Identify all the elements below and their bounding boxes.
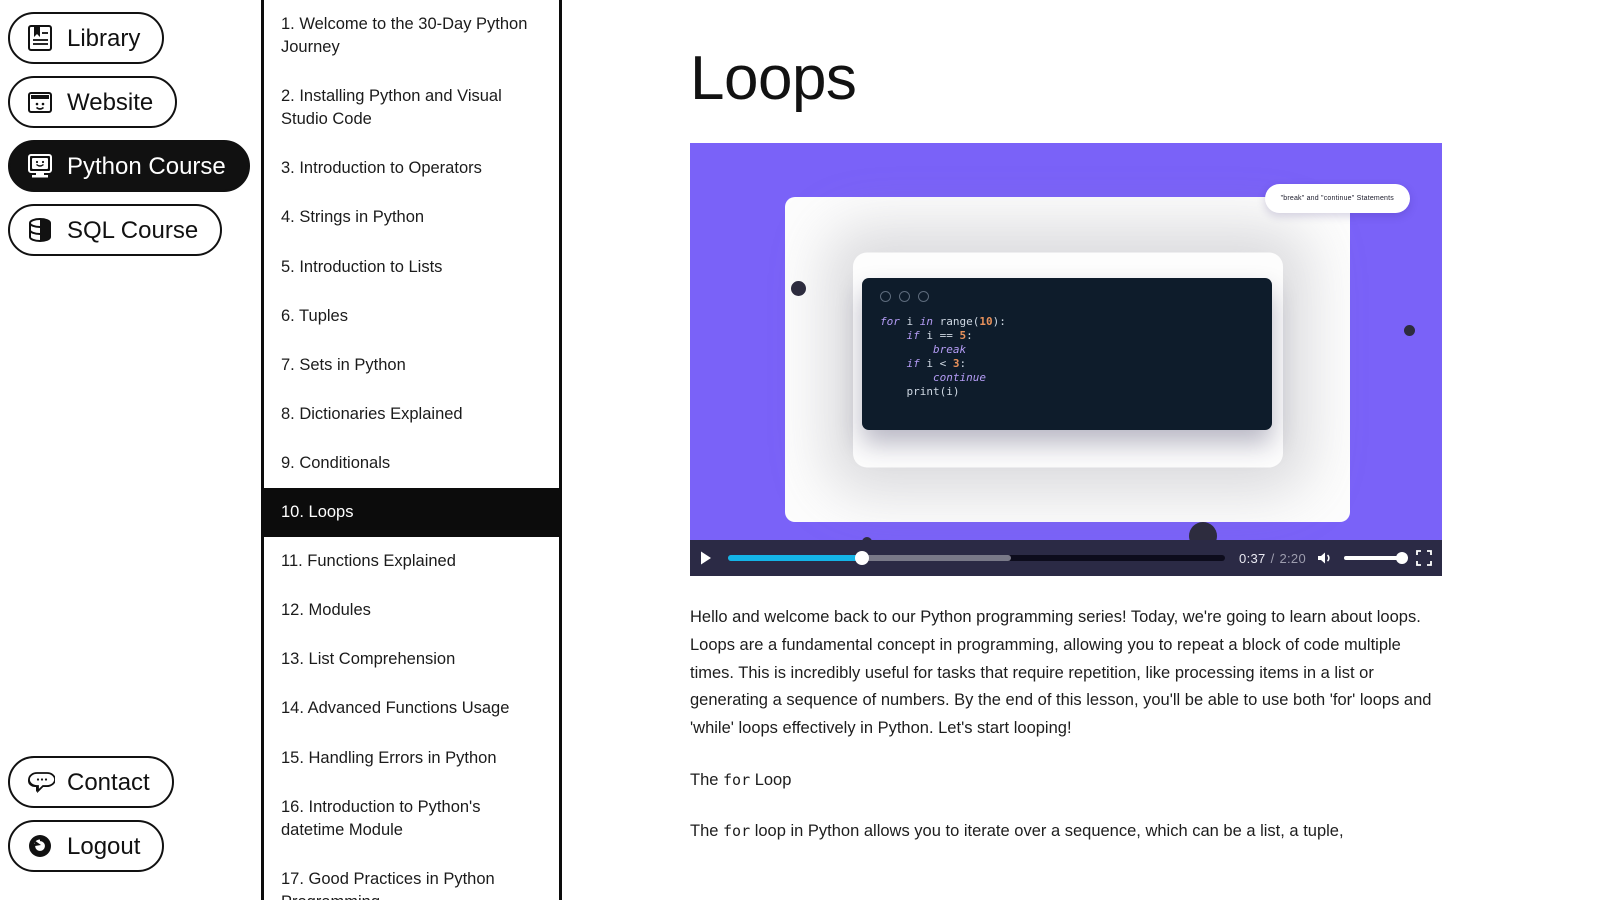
list-item[interactable]: 16. Introduction to Python's datetime Mo… [264,783,559,855]
lesson-content: Loops "break" and "continue" Statements … [562,0,1600,900]
chat-bubble-icon [25,767,56,797]
sidebar-item-label: Python Course [67,153,226,180]
section-heading: The for Loop [690,767,1442,795]
duration: 2:20 [1279,550,1306,566]
video-code-window: for i in range(10): if i == 5: break if … [862,278,1272,431]
database-icon [25,215,55,245]
list-item[interactable]: 2. Installing Python and Visual Studio C… [264,72,559,144]
window-traffic-lights [880,291,1256,303]
progress-knob[interactable] [855,551,870,566]
primary-sidebar: Library Website Python Course SQL Course… [0,0,261,900]
page-title: Loops [690,44,857,113]
time-separator: / [1270,550,1275,566]
decorative-dot [791,281,806,297]
paragraph-prefix: The [690,822,724,841]
intro-paragraph: Hello and welcome back to our Python pro… [690,608,1432,737]
list-item[interactable]: 12. Modules [264,586,559,635]
window-dot-minimize-icon [899,291,910,303]
list-item[interactable]: 4. Strings in Python [264,193,559,242]
sidebar-item-label: Library [67,25,141,52]
progress-filled [728,555,863,562]
window-dot-maximize-icon [918,291,929,303]
heading-prefix: The [690,770,724,789]
list-item[interactable]: 1. Welcome to the 30-Day Python Journey [264,0,559,72]
list-item[interactable]: 17. Good Practices in Python Programming [264,855,559,900]
list-item[interactable]: 3. Introduction to Operators [264,144,559,193]
app-root: Library Website Python Course SQL Course… [0,0,1600,900]
window-dot-close-icon [880,291,891,303]
video-progress-slider[interactable] [728,551,1226,566]
logout-arrow-icon [25,831,55,861]
computer-face-icon [25,151,55,181]
heading-code-for: for [723,770,751,789]
sidebar-item-label: Website [67,89,154,116]
sidebar-item-label: Logout [67,833,141,860]
volume-icon[interactable] [1316,550,1334,566]
list-item[interactable]: 8. Dictionaries Explained [264,390,559,439]
sidebar-item-python-course[interactable]: Python Course [8,140,250,192]
sidebar-item-sql-course[interactable]: SQL Course [8,204,223,256]
sidebar-item-logout[interactable]: Logout [8,820,165,872]
list-item[interactable]: 13. List Comprehension [264,635,559,684]
video-time-display: 0:37/2:20 [1239,551,1306,566]
list-item[interactable]: 9. Conditionals [264,439,559,488]
list-item[interactable]: 5. Introduction to Lists [264,243,559,292]
decorative-dot [1404,325,1415,337]
video-controls-bar: 0:37/2:20 [690,540,1442,577]
book-list-icon [25,23,55,53]
lesson-list[interactable]: 1. Welcome to the 30-Day Python Journey … [261,0,562,900]
paragraph-suffix: loop in Python allows you to iterate ove… [750,822,1344,841]
sidebar-top-group: Library Website Python Course SQL Course [8,12,261,256]
video-code-snippet: for i in range(10): if i == 5: break if … [880,315,1006,399]
volume-knob[interactable] [1396,552,1408,565]
list-item[interactable]: 15. Handling Errors in Python [264,734,559,783]
list-item[interactable]: 14. Advanced Functions Usage [264,684,559,733]
sidebar-item-label: Contact [67,769,150,796]
heading-suffix: Loop [750,770,792,789]
list-item[interactable]: 11. Functions Explained [264,537,559,586]
paragraph-code-for: for [723,822,751,841]
volume-slider[interactable] [1344,552,1408,565]
play-button[interactable] [698,550,714,566]
current-time: 0:37 [1239,550,1266,566]
list-item-active-loops[interactable]: 10. Loops [264,488,559,538]
list-item[interactable]: 6. Tuples [264,292,559,341]
video-player[interactable]: "break" and "continue" Statements for i … [690,143,1442,577]
sidebar-item-library[interactable]: Library [8,12,165,64]
video-caption-bubble: "break" and "continue" Statements [1264,184,1410,214]
fullscreen-icon[interactable] [1416,550,1432,566]
section-paragraph: The for loop in Python allows you to ite… [690,818,1442,846]
lesson-body: Hello and welcome back to our Python pro… [690,604,1442,846]
sidebar-item-contact[interactable]: Contact [8,756,174,808]
decorative-dot [1189,522,1217,541]
list-item[interactable]: 7. Sets in Python [264,341,559,390]
video-frame: "break" and "continue" Statements for i … [690,143,1442,541]
sidebar-bottom-group: Contact Logout [8,756,261,900]
browser-face-icon [25,87,55,117]
sidebar-item-website[interactable]: Website [8,76,178,128]
sidebar-item-label: SQL Course [67,217,199,244]
